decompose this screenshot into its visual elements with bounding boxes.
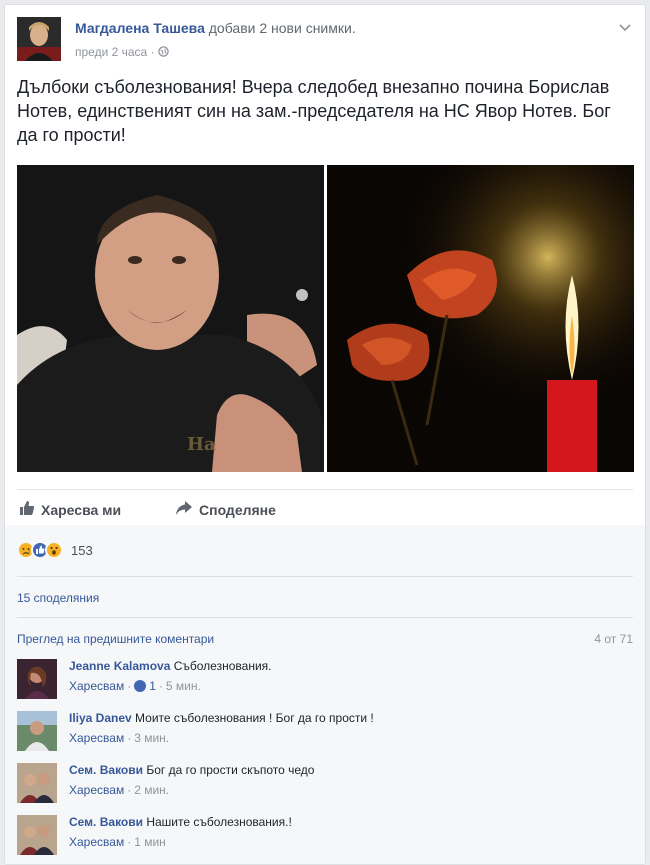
divider [17,617,633,618]
comment-meta: Харесвам · 2 мин. [69,783,170,797]
like-button-label: Харесва ми [41,501,122,518]
shares-count[interactable]: 15 споделяния [17,591,99,605]
divider [17,576,633,577]
comment: Jeanne Kalamova Съболезнования. Харесвам… [17,659,635,703]
view-previous-comments-link[interactable]: Преглед на предишните коментари [17,632,214,646]
comment-text: Бог да го прости скъпото чедо [146,763,315,777]
post-header: Магдалена Ташева добави 2 нови снимки. п… [17,17,635,61]
comment-like-link[interactable]: Харесвам [69,783,124,797]
comment-like-link[interactable]: Харесвам [69,731,124,745]
globe-icon [158,45,169,59]
comment-time[interactable]: 5 мин. [166,679,201,693]
commenter-name[interactable]: Jeanne Kalamova [69,659,170,673]
post-photo-roses-candle[interactable] [327,165,634,472]
comment: Сем. Вакови Бог да го прости скъпото чед… [17,763,635,807]
comment-meta: Харесвам · 3 мин. [69,731,170,745]
share-button-label: Споделяне [199,501,276,518]
commenter-avatar[interactable] [17,763,57,803]
comment-time[interactable]: 1 мин [134,835,166,849]
comment-like-link[interactable]: Харесвам [69,679,124,693]
comment-body: Сем. Вакови Бог да го прости скъпото чед… [69,763,314,777]
comment: Сем. Вакови Нашите съболезнования.! Харе… [17,815,635,859]
comment-like-count[interactable]: 1 [149,679,156,693]
commenter-name[interactable]: Сем. Вакови [69,815,143,829]
share-arrow-icon [175,500,193,519]
post-action: добави 2 нови снимки. [208,20,356,36]
actions-divider [17,489,633,490]
like-count-icon [134,680,147,692]
comment-body: Iliya Danev Моите съболезнования ! Бог д… [69,711,374,725]
comment-time[interactable]: 2 мин. [134,783,169,797]
post-time[interactable]: преди 2 часа [75,45,147,59]
reactions-count: 153 [71,542,93,558]
share-button[interactable]: Споделяне [175,500,276,519]
comment-meta: Харесвам · 1 · 5 мин. [69,679,201,693]
comment-meta: Харесвам · 1 мин [69,835,166,849]
comment-body: Сем. Вакови Нашите съболезнования.! [69,815,292,829]
comment: Iliya Danev Моите съболезнования ! Бог д… [17,711,635,755]
commenter-avatar[interactable] [17,659,57,699]
comment-like-link[interactable]: Харесвам [69,835,124,849]
chevron-down-icon[interactable] [615,17,635,37]
post-card: Магдалена Ташева добави 2 нови снимки. п… [4,4,646,865]
comment-text: Съболезнования. [173,659,272,673]
thumbs-up-icon [19,500,35,519]
post-meta: преди 2 часа · [75,45,169,59]
comment-text: Нашите съболезнования.! [146,815,292,829]
comment-body: Jeanne Kalamova Съболезнования. [69,659,271,673]
reactions-summary[interactable]: 153 [17,541,93,559]
commenter-avatar[interactable] [17,711,57,751]
commenter-name[interactable]: Сем. Вакови [69,763,143,777]
wow-reaction-icon [45,541,63,559]
commenter-avatar[interactable] [17,815,57,855]
commenter-name[interactable]: Iliya Danev [69,711,132,725]
comment-text: Моите съболезнования ! Бог да го прости … [135,711,374,725]
comment-time[interactable]: 3 мин. [134,731,169,745]
svg-text:Ha: Ha [187,434,216,455]
like-button[interactable]: Харесва ми [19,500,121,519]
author-name[interactable]: Магдалена Ташева [75,20,205,36]
comments-count: 4 от 71 [594,632,633,646]
post-author-line: Магдалена Ташева добави 2 нови снимки. [75,20,356,36]
post-photo-portrait[interactable]: Ha [17,165,324,472]
post-text: Дълбоки съболезнования! Вчера следобед в… [17,77,611,145]
author-avatar[interactable] [17,17,61,61]
